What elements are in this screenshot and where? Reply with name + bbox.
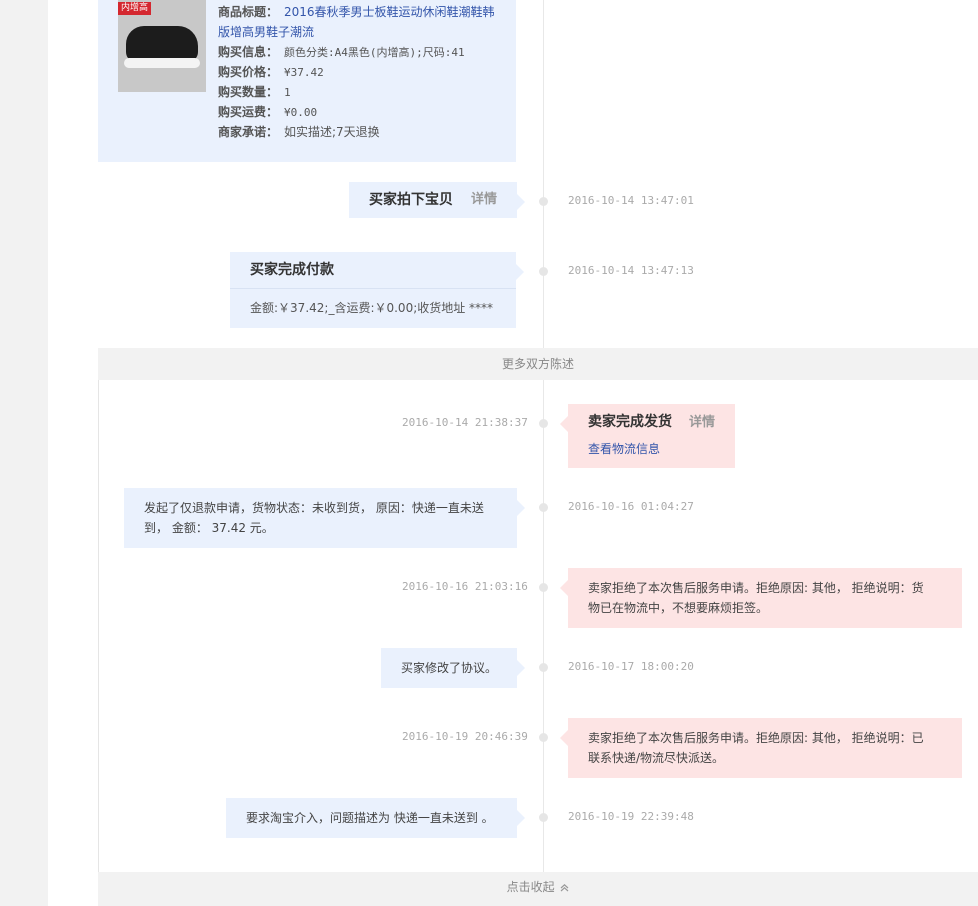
order-price-row: 购买价格： ¥37.42: [218, 62, 324, 83]
order-shipping-row: 购买运费： ¥0.00: [218, 102, 317, 123]
event-taobao-intervention: 要求淘宝介入，问题描述为 快递一直未送到 。: [226, 798, 525, 838]
shoe-sole-icon: [124, 58, 200, 68]
left-rail: [0, 0, 48, 906]
more-statements-bar[interactable]: 更多双方陈述: [98, 348, 978, 380]
product-image[interactable]: 内增高: [118, 0, 206, 92]
event-shipped-detail-link[interactable]: 详情: [689, 413, 715, 433]
event-refused2-line1: 卖家拒绝了本次售后服务申请。拒绝原因: 其他， 拒绝说明：已: [588, 731, 924, 745]
timeline-dot: [539, 813, 548, 822]
order-info-label: 购买信息：: [218, 45, 279, 59]
event-payment-title: 买家完成付款: [250, 262, 334, 278]
event-shipped: 卖家完成发货 详情 查看物流信息: [560, 404, 735, 468]
shoe-icon: [126, 26, 198, 62]
event-refused2-line2: 联系快递/物流尽快派送。: [588, 751, 725, 765]
collapse-bar[interactable]: 点击收起: [98, 872, 978, 906]
event-order-placed: 买家拍下宝贝 详情: [349, 182, 525, 218]
card-divider: [230, 288, 516, 289]
event-payment-body: 金额:￥37.42;_含运费:￥0.00;收货地址 ****: [250, 301, 494, 315]
event-time: 2016-10-14 13:47:01: [568, 194, 694, 207]
event-time: 2016-10-16 21:03:16: [402, 580, 528, 593]
event-time: 2016-10-17 18:00:20: [568, 660, 694, 673]
timeline-dot: [539, 583, 548, 592]
timeline-dot: [539, 419, 548, 428]
order-qty-label: 购买数量：: [218, 85, 279, 99]
order-qty-row: 购买数量： 1: [218, 82, 291, 103]
event-seller-refused-1: 卖家拒绝了本次售后服务申请。拒绝原因: 其他， 拒绝说明：货 物已在物流中，不想…: [560, 568, 962, 628]
order-promise-label: 商家承诺：: [218, 125, 279, 139]
event-time: 2016-10-16 01:04:27: [568, 500, 694, 513]
event-intervention-text: 要求淘宝介入，问题描述为 快递一直未送到 。: [246, 811, 494, 825]
timeline-dot: [539, 663, 548, 672]
order-shipping-label: 购买运费：: [218, 105, 279, 119]
order-promise-value: 如实描述;7天退换: [284, 125, 380, 139]
event-refund-line2: 到， 金额： 37.42 元。: [144, 521, 274, 535]
image-tag: 内增高: [118, 2, 152, 15]
event-refused1-line1: 卖家拒绝了本次售后服务申请。拒绝原因: 其他， 拒绝说明：货: [588, 581, 924, 595]
order-title-label: 商品标题：: [218, 5, 279, 19]
event-refund-line1: 发起了仅退款申请，货物状态：未收到货， 原因：快递一直未送: [144, 501, 484, 515]
order-price-label: 购买价格：: [218, 65, 279, 79]
collapse-label: 点击收起: [506, 880, 555, 894]
event-time: 2016-10-19 22:39:48: [568, 810, 694, 823]
timeline-dot: [539, 267, 548, 276]
timeline-dot: [539, 197, 548, 206]
event-shipped-title: 卖家完成发货: [588, 414, 672, 430]
event-order-placed-title: 买家拍下宝贝: [369, 192, 453, 208]
timeline-dot: [539, 733, 548, 742]
event-order-placed-detail-link[interactable]: 详情: [471, 190, 497, 210]
order-promise-row: 商家承诺： 如实描述;7天退换: [218, 122, 380, 142]
view-logistics-link[interactable]: 查看物流信息: [588, 439, 660, 459]
event-agreement-modified: 买家修改了协议。: [381, 648, 525, 688]
order-qty-value: 1: [284, 86, 291, 99]
event-seller-refused-2: 卖家拒绝了本次售后服务申请。拒绝原因: 其他， 拒绝说明：已 联系快递/物流尽快…: [560, 718, 962, 778]
event-time: 2016-10-19 20:46:39: [402, 730, 528, 743]
order-shipping-value: ¥0.00: [284, 106, 318, 119]
event-time: 2016-10-14 21:38:37: [402, 416, 528, 429]
event-refund-request: 发起了仅退款申请，货物状态：未收到货， 原因：快递一直未送 到， 金额： 37.…: [124, 488, 525, 548]
order-title-link-2[interactable]: 版增高男鞋子潮流: [218, 25, 314, 39]
double-chevron-up-icon: [560, 873, 569, 903]
order-title-row: 商品标题： 2016春秋季男士板鞋运动休闲鞋潮鞋韩: [218, 2, 495, 22]
section-border: [98, 380, 99, 872]
timeline-dot: [539, 503, 548, 512]
order-title-row-2: 版增高男鞋子潮流: [218, 22, 314, 42]
timeline-line: [543, 0, 544, 906]
order-price-value: ¥37.42: [284, 66, 324, 79]
more-statements-label: 更多双方陈述: [501, 357, 574, 371]
order-info-row: 购买信息： 颜色分类:A4黑色(内增高);尺码:41: [218, 42, 465, 63]
order-title-link[interactable]: 2016春秋季男士板鞋运动休闲鞋潮鞋韩: [284, 5, 495, 19]
event-time: 2016-10-14 13:47:13: [568, 264, 694, 277]
event-refused1-line2: 物已在物流中，不想要麻烦拒签。: [588, 601, 769, 615]
order-product-card: 内增高 商品标题： 2016春秋季男士板鞋运动休闲鞋潮鞋韩 版增高男鞋子潮流 购买…: [98, 0, 516, 162]
event-payment: 买家完成付款 金额:￥37.42;_含运费:￥0.00;收货地址 ****: [230, 252, 524, 328]
order-info-value: 颜色分类:A4黑色(内增高);尺码:41: [284, 46, 465, 59]
event-agreement-text: 买家修改了协议。: [401, 661, 498, 675]
